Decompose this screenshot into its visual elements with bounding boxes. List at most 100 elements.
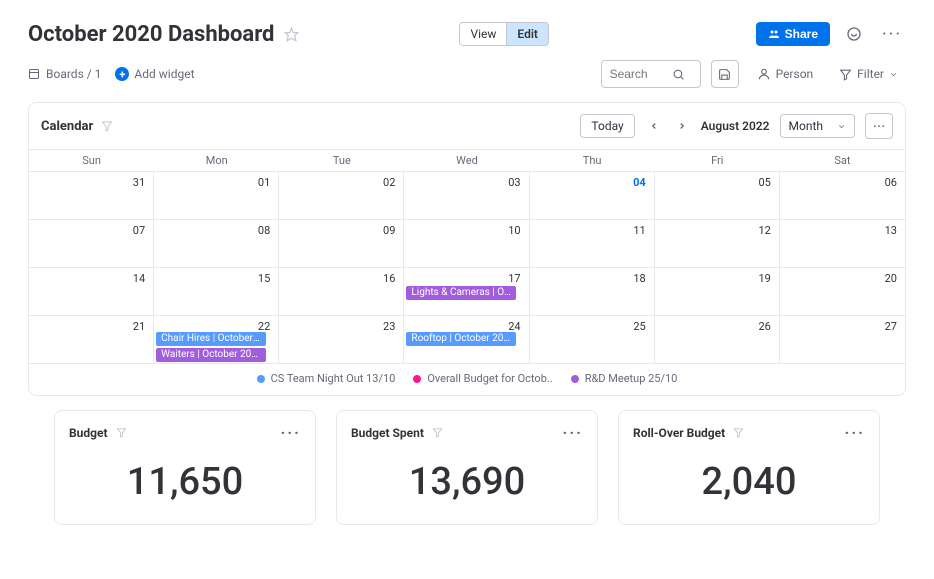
calendar-cell[interactable]: 27 — [780, 315, 905, 363]
legend-item: CS Team Night Out 13/10 — [257, 372, 396, 385]
calendar-event[interactable]: Waiters | October 202.. — [156, 348, 266, 362]
legend-label: R&D Meetup 25/10 — [585, 372, 678, 385]
calendar-cell[interactable]: 11 — [530, 219, 655, 267]
dashboard-app: October 2020 Dashboard View Edit Share ·… — [28, 18, 906, 525]
calendar-cell[interactable]: 13 — [780, 219, 905, 267]
calendar-legend: CS Team Night Out 13/10 Overall Budget f… — [29, 363, 905, 395]
stats-row: Budget ··· 11,650 Budget Spent ··· 13,69… — [28, 410, 906, 525]
share-label: Share — [785, 27, 818, 41]
breadcrumb-text: Boards / 1 — [46, 67, 101, 81]
calendar-event[interactable]: Rooftop | October 202.. — [406, 332, 516, 346]
stat-card-rollover: Roll-Over Budget ··· 2,040 — [618, 410, 880, 525]
calendar-cell[interactable]: 09 — [279, 219, 404, 267]
date-number: 27 — [885, 320, 897, 333]
calendar-day-headers: Sun Mon Tue Wed Thu Fri Sat — [29, 149, 905, 171]
filter-button[interactable]: Filter — [831, 60, 906, 88]
calendar-cell[interactable]: 08 — [154, 219, 279, 267]
stat-more-button[interactable]: ··· — [563, 423, 583, 442]
date-number: 23 — [383, 320, 395, 333]
share-button[interactable]: Share — [756, 22, 830, 46]
header-actions: Share ··· — [756, 20, 906, 48]
next-month-button[interactable] — [673, 121, 691, 131]
calendar-cell[interactable]: 18 — [530, 267, 655, 315]
people-icon — [768, 28, 780, 40]
legend-dot-icon — [571, 375, 579, 383]
activity-icon[interactable] — [840, 20, 868, 48]
calendar-more-button[interactable]: ··· — [865, 113, 893, 139]
stat-card-budget: Budget ··· 11,650 — [54, 410, 316, 525]
calendar-cell[interactable]: 19 — [655, 267, 780, 315]
day-head: Sun — [29, 150, 154, 171]
calendar-cell[interactable]: 16 — [279, 267, 404, 315]
search-input[interactable] — [610, 67, 666, 81]
calendar-event[interactable]: Lights & Cameras | Oc.. — [406, 286, 516, 300]
person-filter[interactable]: Person — [749, 60, 822, 88]
calendar-cell[interactable]: 23 — [279, 315, 404, 363]
calendar-cell[interactable]: 15 — [154, 267, 279, 315]
calendar-cell[interactable]: 21 — [29, 315, 154, 363]
date-number: 21 — [133, 320, 145, 333]
page-header: October 2020 Dashboard View Edit Share ·… — [28, 18, 906, 56]
legend-dot-icon — [413, 375, 421, 383]
view-mode-select[interactable]: Month — [780, 114, 855, 138]
calendar-cell[interactable]: 10 — [404, 219, 529, 267]
date-number: 17 — [508, 272, 520, 285]
stat-filter-icon[interactable] — [116, 427, 127, 438]
calendar-cell[interactable]: 25 — [530, 315, 655, 363]
edit-tab[interactable]: Edit — [507, 23, 548, 45]
calendar-cell[interactable]: 06 — [780, 171, 905, 219]
save-icon[interactable] — [711, 60, 739, 88]
sub-toolbar: Boards / 1 + Add widget Person Filter — [28, 56, 906, 96]
calendar-controls: Today August 2022 Month ··· — [580, 113, 893, 139]
date-number: 19 — [758, 272, 770, 285]
stat-value: 11,650 — [69, 460, 301, 504]
calendar-cell[interactable]: 24 Rooftop | October 202.. — [404, 315, 529, 363]
calendar-cell[interactable]: 26 — [655, 315, 780, 363]
date-number: 14 — [133, 272, 145, 285]
stat-more-button[interactable]: ··· — [281, 423, 301, 442]
calendar-cell[interactable]: 31 — [29, 171, 154, 219]
calendar-header: Calendar Today August 2022 Month ··· — [29, 103, 905, 149]
calendar-cell[interactable]: 12 — [655, 219, 780, 267]
more-icon[interactable]: ··· — [878, 20, 906, 48]
legend-label: Overall Budget for Octob.. — [427, 372, 552, 385]
stat-title: Budget Spent — [351, 426, 424, 440]
today-button[interactable]: Today — [580, 114, 634, 138]
date-number: 09 — [383, 224, 395, 237]
calendar-event[interactable]: Chair Hires | October 2.. — [156, 332, 266, 346]
calendar-grid: 31 01 02 03 04 05 06 07 08 09 10 11 12 1… — [29, 171, 905, 363]
legend-item: R&D Meetup 25/10 — [571, 372, 678, 385]
search-input-wrapper[interactable] — [601, 60, 701, 88]
calendar-cell[interactable]: 01 — [154, 171, 279, 219]
calendar-cell[interactable]: 20 — [780, 267, 905, 315]
filter-label: Filter — [857, 67, 884, 81]
day-head: Thu — [530, 150, 655, 171]
view-mode-value: Month — [789, 119, 823, 133]
date-number: 10 — [508, 224, 520, 237]
breadcrumb[interactable]: Boards / 1 — [28, 67, 101, 81]
stat-title: Budget — [69, 426, 108, 440]
stat-filter-icon[interactable] — [432, 427, 443, 438]
calendar-cell[interactable]: 17 Lights & Cameras | Oc.. — [404, 267, 529, 315]
calendar-cell[interactable]: 22 Chair Hires | October 2.. Waiters | O… — [154, 315, 279, 363]
view-tab[interactable]: View — [460, 23, 507, 45]
stat-more-button[interactable]: ··· — [845, 423, 865, 442]
view-edit-toggle: View Edit — [459, 22, 549, 46]
calendar-cell[interactable]: 03 — [404, 171, 529, 219]
prev-month-button[interactable] — [645, 121, 663, 131]
calendar-filter-icon[interactable] — [101, 120, 113, 132]
boards-icon — [28, 68, 40, 80]
date-number: 26 — [758, 320, 770, 333]
calendar-cell[interactable]: 04 — [530, 171, 655, 219]
calendar-cell[interactable]: 07 — [29, 219, 154, 267]
date-number: 04 — [633, 176, 646, 189]
calendar-cell[interactable]: 02 — [279, 171, 404, 219]
stat-filter-icon[interactable] — [733, 427, 744, 438]
calendar-cell[interactable]: 05 — [655, 171, 780, 219]
day-head: Mon — [154, 150, 279, 171]
favorite-star-icon[interactable] — [284, 27, 299, 42]
legend-label: CS Team Night Out 13/10 — [271, 372, 396, 385]
stat-header: Budget Spent ··· — [351, 423, 583, 442]
calendar-cell[interactable]: 14 — [29, 267, 154, 315]
add-widget-button[interactable]: + Add widget — [115, 67, 194, 81]
